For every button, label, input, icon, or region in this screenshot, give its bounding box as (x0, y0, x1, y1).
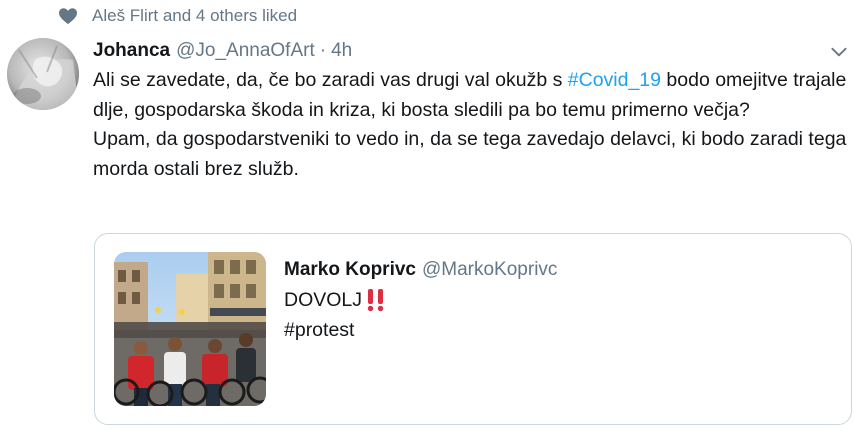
tweet-paragraph-2: Upam, da gospodarstveniki to vedo in, da… (93, 128, 847, 180)
social-context: Aleš Flirt and 4 others liked (58, 5, 297, 27)
author-name[interactable]: Johanca (93, 40, 170, 62)
chevron-down-icon[interactable] (828, 42, 850, 62)
quoted-tweet-author: Marko Koprivc @MarkoKoprivc (284, 257, 557, 283)
quoted-tweet-image[interactable] (114, 252, 266, 406)
social-context-text[interactable]: Aleš Flirt and 4 others liked (92, 6, 297, 26)
quoted-author-handle[interactable]: @MarkoKoprivc (422, 259, 557, 281)
quoted-tweet-line-1: DOVOLJ (284, 286, 387, 314)
protest-cyclists-photo (114, 252, 266, 406)
hashtag-link[interactable]: #Covid_19 (568, 69, 661, 91)
tweet-text-part: Ali se zavedate, da, če bo zaradi vas dr… (93, 69, 568, 91)
tweet-paragraph-1: Ali se zavedate, da, če bo zaradi vas dr… (93, 66, 853, 125)
double-exclamation-icon (367, 289, 384, 312)
tweet-timestamp[interactable]: 4h (331, 40, 352, 62)
heart-icon (59, 8, 77, 25)
quoted-tweet-card[interactable]: Marko Koprivc @MarkoKoprivc DOVOLJ #prot… (94, 233, 852, 425)
tweet-text: Ali se zavedate, da, če bo zaradi vas dr… (93, 66, 853, 184)
avatar[interactable] (7, 38, 79, 110)
avatar-image (7, 38, 79, 110)
quoted-tweet-hashtag: #protest (284, 319, 355, 341)
author-handle[interactable]: @Jo_AnnaOfArt (176, 40, 315, 62)
tweet-header: Johanca @Jo_AnnaOfArt · 4h (93, 38, 352, 64)
quoted-tweet-text: DOVOLJ (284, 288, 363, 311)
separator-dot: · (319, 40, 327, 61)
quoted-author-name[interactable]: Marko Koprivc (284, 259, 416, 281)
